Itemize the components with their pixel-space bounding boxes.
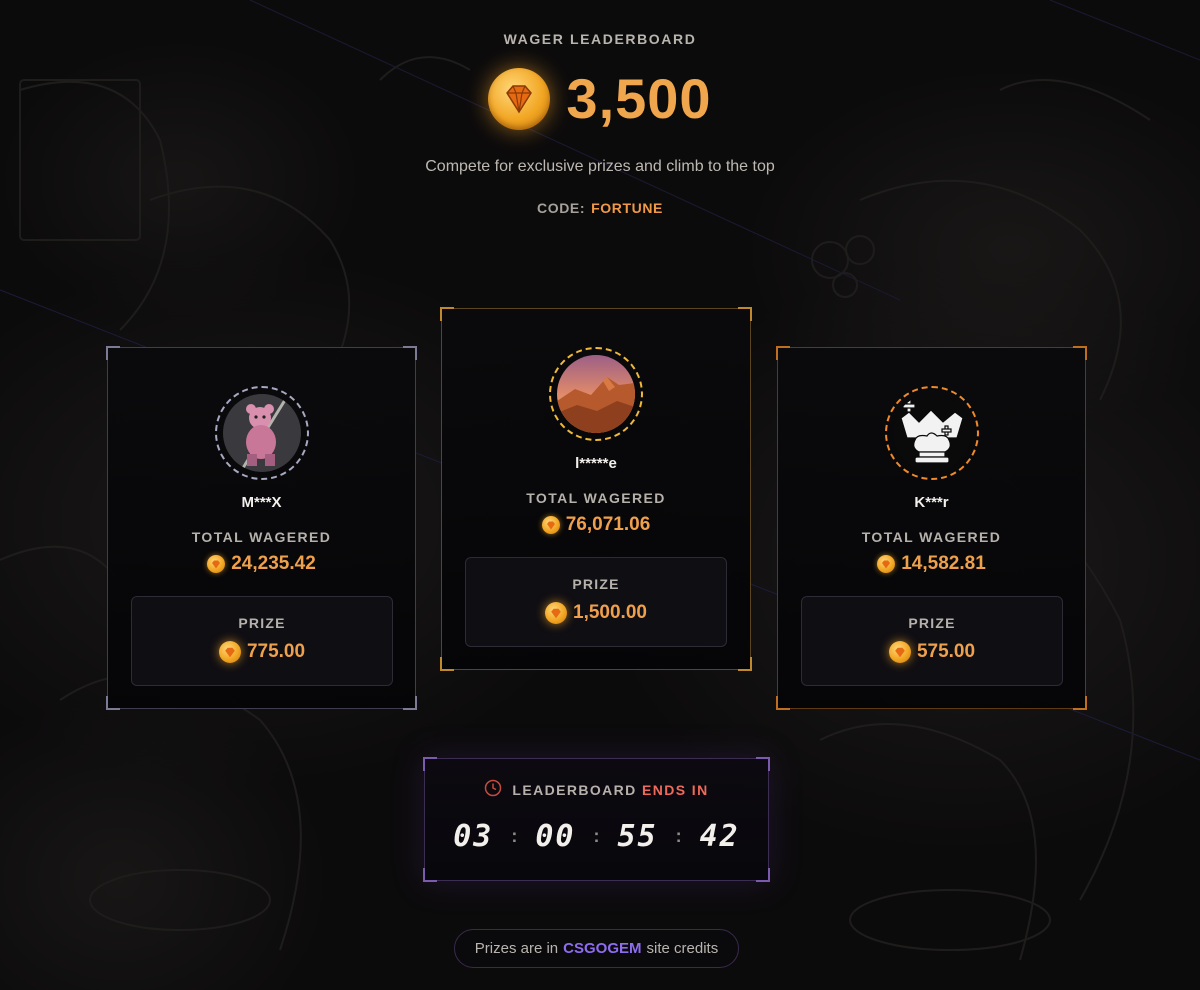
card-corner — [440, 307, 454, 321]
countdown-days: 03 — [453, 819, 494, 854]
card-corner — [403, 696, 417, 710]
avatar — [222, 394, 301, 472]
card-corner — [738, 307, 752, 321]
username: l*****e — [575, 455, 617, 472]
card-corner — [776, 346, 790, 360]
prize-box: PRIZE 1,500.00 — [465, 557, 727, 647]
prize-amount: 575.00 — [916, 641, 976, 662]
countdown-minutes: 55 — [617, 819, 658, 854]
username: K***r — [914, 494, 949, 511]
credits-prefix: Prizes are in — [474, 940, 559, 957]
card-corner — [440, 657, 454, 671]
timer-title: LEADERBOARD ENDS IN — [425, 779, 768, 800]
gem-coin-icon — [888, 641, 911, 663]
avatar-ring — [214, 386, 309, 480]
prize-amount: 1,500.00 — [573, 602, 647, 623]
timer-corner — [756, 757, 770, 771]
card-corner — [738, 657, 752, 671]
total-wagered-amount: 24,235.42 — [231, 553, 316, 574]
total-wagered-value: 76,071.06 — [442, 514, 750, 536]
avatar — [892, 394, 971, 472]
countdown-timer: LEADERBOARD ENDS IN 03 : 00 : 55 : 42 — [423, 757, 770, 882]
total-wagered-label: TOTAL WAGERED — [526, 490, 666, 506]
promo-code-label: CODE: — [537, 200, 586, 216]
total-wagered-value: 24,235.42 — [108, 553, 415, 575]
prize-box: PRIZE 775.00 — [131, 596, 393, 686]
clock-icon — [484, 779, 502, 800]
gem-coin-icon — [545, 602, 568, 624]
gem-coin-icon — [541, 516, 560, 534]
card-corner — [1073, 696, 1087, 710]
gem-coin-icon — [207, 555, 226, 573]
tagline: Compete for exclusive prizes and climb t… — [425, 158, 775, 175]
timer-title-prefix: LEADERBOARD — [512, 781, 637, 798]
prize-amount: 775.00 — [246, 641, 306, 662]
username: M***X — [241, 494, 282, 511]
timer-corner — [756, 868, 770, 882]
prize-value: 1,500.00 — [466, 602, 726, 624]
card-corner — [106, 346, 120, 360]
avatar-ring — [549, 347, 643, 441]
countdown-seconds: 42 — [699, 819, 740, 854]
prize-value: 575.00 — [802, 641, 1062, 663]
total-wagered-label: TOTAL WAGERED — [191, 529, 332, 545]
card-corner — [403, 346, 417, 360]
countdown-separator: : — [511, 826, 518, 846]
countdown-hours: 00 — [535, 819, 576, 854]
countdown-separator: : — [675, 826, 682, 846]
timer-title-highlight: ENDS IN — [642, 781, 709, 798]
prize-label: PRIZE — [908, 615, 956, 631]
promo-code[interactable]: CODE: FORTUNE — [0, 200, 1200, 216]
prize-pool-amount: 3,500 — [566, 67, 712, 130]
prize-label: PRIZE — [238, 615, 286, 631]
brand-link[interactable]: CSGOGEM — [563, 940, 641, 957]
prize-pool: 3,500 — [0, 68, 1200, 130]
leaderboard-card-rank-3: K***r TOTAL WAGERED 14,582.81 PRIZE 575.… — [776, 346, 1087, 710]
credits-suffix: site credits — [646, 940, 719, 957]
gem-coin-icon — [218, 641, 241, 663]
timer-corner — [423, 868, 437, 882]
timer-corner — [423, 757, 437, 771]
leaderboard-kicker: WAGER LEADERBOARD — [503, 31, 697, 47]
leaderboard-card-rank-1: l*****e TOTAL WAGERED 76,071.06 PRIZE 1,… — [440, 307, 752, 671]
total-wagered-amount: 14,582.81 — [901, 553, 986, 574]
total-wagered-label: TOTAL WAGERED — [861, 529, 1002, 545]
prize-value: 775.00 — [132, 641, 392, 663]
countdown-digits: 03 : 00 : 55 : 42 — [425, 819, 768, 854]
countdown-separator: : — [593, 826, 600, 846]
prize-label: PRIZE — [572, 576, 620, 592]
total-wagered-value: 14,582.81 — [778, 553, 1085, 575]
card-corner — [776, 696, 790, 710]
total-wagered-amount: 76,071.06 — [565, 514, 651, 535]
gem-coin-icon — [877, 555, 896, 573]
avatar — [557, 355, 635, 433]
leaderboard-card-rank-2: M***X TOTAL WAGERED 24,235.42 PRIZE 775.… — [106, 346, 417, 710]
prize-box: PRIZE 575.00 — [801, 596, 1063, 686]
avatar-ring — [884, 386, 979, 480]
promo-code-value[interactable]: FORTUNE — [591, 200, 663, 216]
site-credits-note: Prizes are in CSGOGEM site credits — [454, 929, 739, 968]
card-corner — [106, 696, 120, 710]
gem-coin-icon — [488, 68, 551, 130]
card-corner — [1073, 346, 1087, 360]
